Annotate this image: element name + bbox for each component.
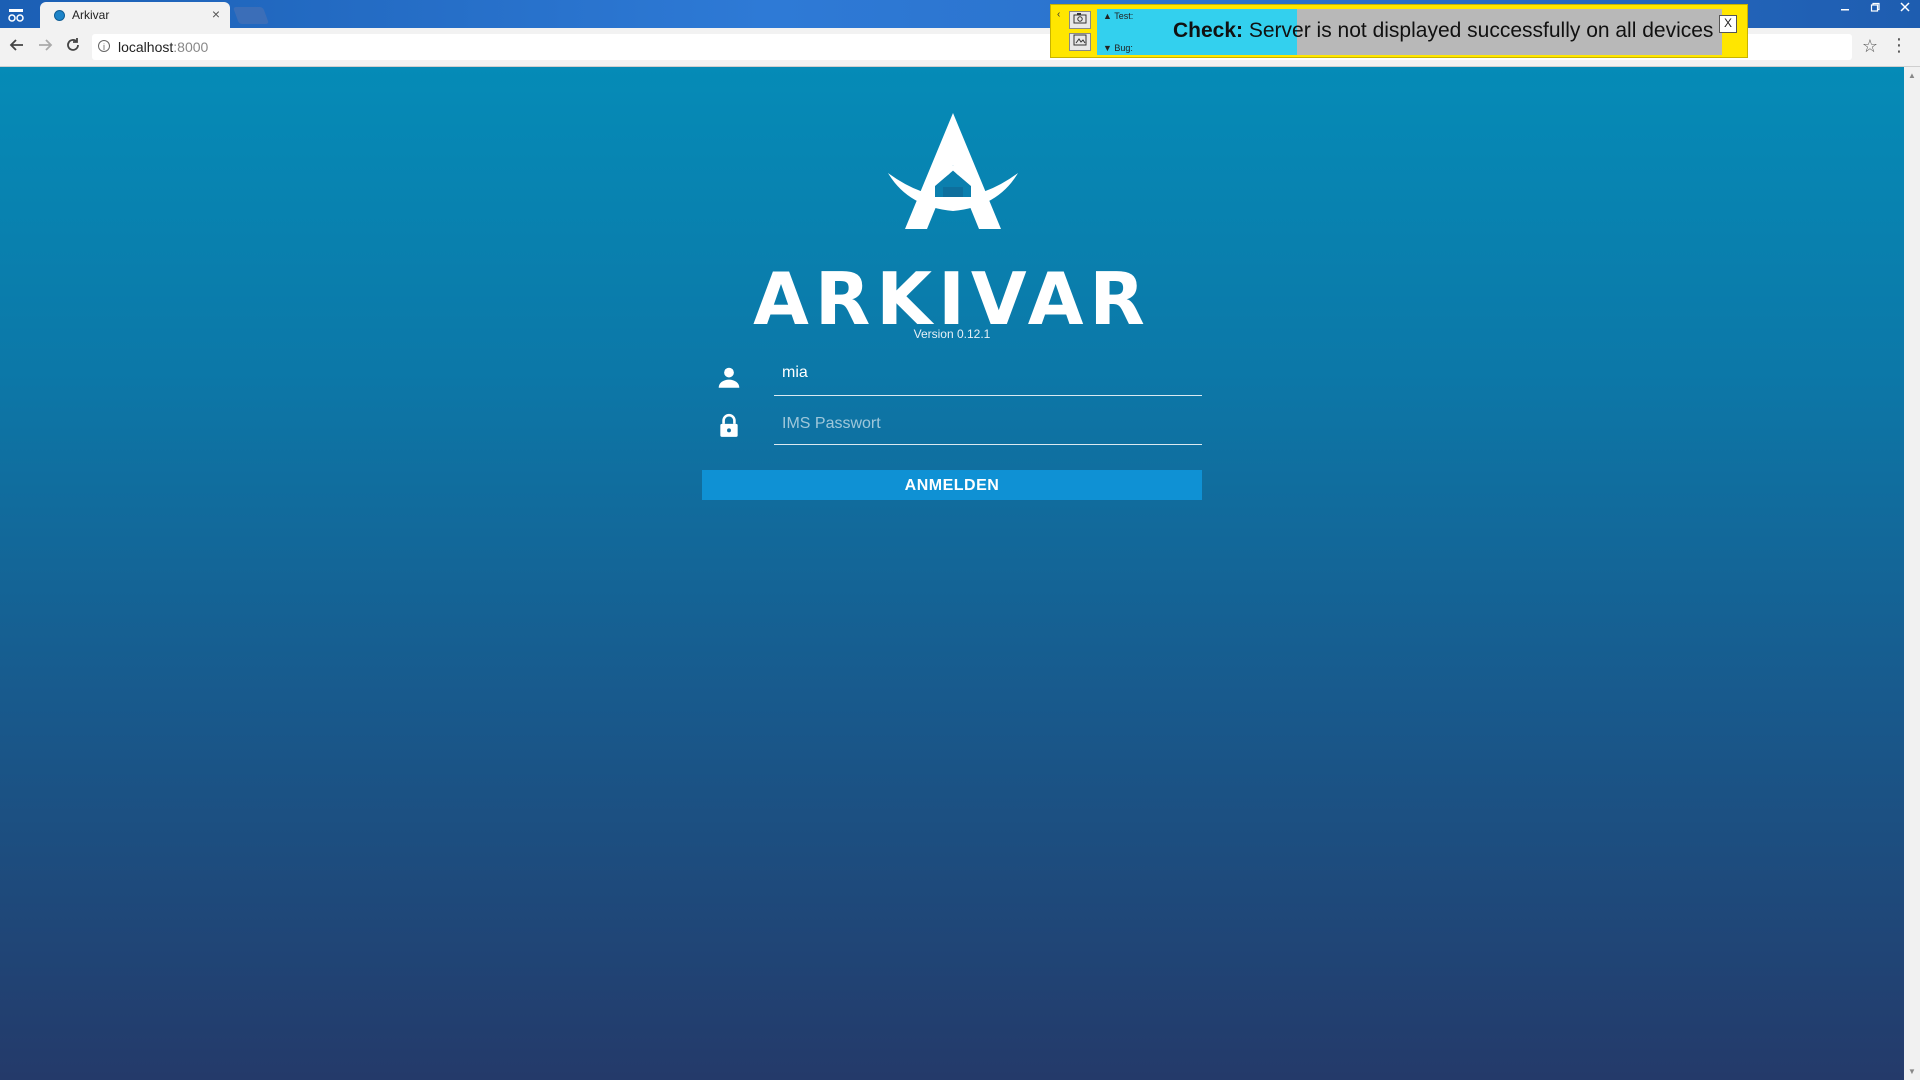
tab-title: Arkivar <box>72 8 110 22</box>
url-port: :8000 <box>173 39 209 55</box>
login-page: ARKIVAR Version 0.12.1 mia ANMELDEN <box>0 67 1904 1080</box>
minimize-icon[interactable] <box>1830 0 1860 18</box>
lock-icon <box>720 413 738 437</box>
test-checker-bar: ‹ ▲ Test: ▼ Bug: Check: Server is not di… <box>1050 4 1748 58</box>
info-icon[interactable]: i <box>98 40 110 52</box>
incognito-icon <box>6 4 26 24</box>
page-scrollbar[interactable]: ▲ ▼ <box>1904 67 1920 1080</box>
close-window-icon[interactable] <box>1890 0 1920 18</box>
window-controls <box>1830 0 1920 18</box>
checker-close-button[interactable]: X <box>1719 15 1737 33</box>
password-input[interactable] <box>774 404 1202 444</box>
check-label: Check: <box>1173 19 1244 42</box>
tab-close-button[interactable]: × <box>212 6 220 22</box>
username-field[interactable]: mia <box>774 355 1202 396</box>
browser-tab[interactable]: Arkivar × <box>40 2 230 28</box>
camera-icon[interactable] <box>1069 11 1091 29</box>
check-description: Server is not displayed successfully on … <box>1248 19 1714 42</box>
back-arrow-icon[interactable] <box>6 36 28 58</box>
bookmark-star-icon[interactable]: ☆ <box>1862 36 1878 57</box>
scroll-down-icon[interactable]: ▼ <box>1908 1067 1916 1076</box>
reload-icon[interactable] <box>62 36 84 58</box>
url-host: localhost <box>118 39 174 55</box>
collapse-arrow-icon[interactable]: ‹ <box>1057 9 1060 20</box>
check-text[interactable]: Check: Server is not displayed successfu… <box>1173 19 1713 43</box>
bug-label: ▼ Bug: <box>1103 43 1133 53</box>
login-button[interactable]: ANMELDEN <box>702 470 1202 500</box>
url-text: localhost:8000 <box>118 39 208 55</box>
screenshot-icon[interactable] <box>1069 33 1091 51</box>
favicon-icon <box>54 10 65 21</box>
user-icon <box>718 367 740 388</box>
arkivar-logo-icon <box>888 113 1018 229</box>
password-field[interactable] <box>774 404 1202 445</box>
test-label: ▲ Test: <box>1103 11 1134 21</box>
username-value: mia <box>782 364 808 381</box>
version-label: Version 0.12.1 <box>913 327 991 341</box>
restore-icon[interactable] <box>1860 0 1890 18</box>
scroll-up-icon[interactable]: ▲ <box>1908 71 1916 80</box>
new-tab-button[interactable] <box>232 7 270 24</box>
forward-arrow-icon[interactable] <box>34 36 56 58</box>
checker-content: ▲ Test: ▼ Bug: Check: Server is not disp… <box>1097 9 1767 55</box>
browser-menu-icon[interactable]: ⋮ <box>1890 35 1908 56</box>
